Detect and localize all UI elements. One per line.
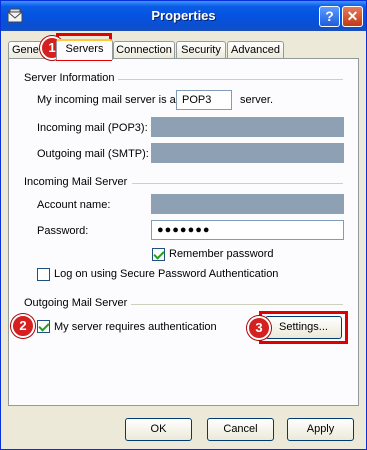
tab-security[interactable]: Security [176,41,226,59]
tab-general-label: Gene [12,44,39,56]
tab-servers[interactable]: Servers [56,39,113,60]
tab-advanced[interactable]: Advanced [227,41,284,59]
incoming-type-prefix: My incoming mail server is a [37,94,176,106]
server-info-divider [118,79,343,80]
spa-checkbox[interactable] [37,268,50,281]
auth-required-label[interactable]: My server requires authentication [54,321,217,333]
help-button[interactable]: ? [319,6,340,27]
server-info-heading: Server Information [24,72,115,84]
outgoing-mail-label: Outgoing mail (SMTP): [37,148,149,160]
incoming-mail-field[interactable] [151,117,344,137]
settings-button-highlight [259,311,348,344]
incoming-server-type-field[interactable]: POP3 [176,90,232,110]
outgoing-mail-field[interactable] [151,143,344,163]
ok-button[interactable]: OK [125,418,192,441]
tab-connection[interactable]: Connection [113,41,175,59]
spa-label[interactable]: Log on using Secure Password Authenticat… [54,268,278,280]
auth-required-checkbox[interactable] [37,320,50,333]
password-field[interactable]: ●●●●●●● [151,220,344,240]
incoming-server-heading: Incoming Mail Server [24,176,128,188]
step-2-badge: 2 [11,314,35,338]
properties-dialog: Properties ? ✕ Gene Servers Connection S… [0,0,367,450]
cancel-button[interactable]: Cancel [207,418,274,441]
incoming-type-suffix: server. [240,94,274,106]
incoming-server-divider [132,183,343,184]
apply-button[interactable]: Apply [287,418,354,441]
outgoing-server-divider [131,304,343,305]
outgoing-server-heading: Outgoing Mail Server [24,297,128,309]
account-name-label: Account name: [37,199,111,211]
incoming-mail-label: Incoming mail (POP3): [37,122,148,134]
step-3-badge: 3 [247,316,271,340]
account-name-field[interactable] [151,194,344,214]
password-label: Password: [37,225,89,237]
window-title: Properties [151,8,216,23]
title-bar[interactable]: Properties ? ✕ [1,1,366,31]
close-button[interactable]: ✕ [342,6,363,27]
remember-password-checkbox[interactable] [152,248,165,261]
remember-password-label[interactable]: Remember password [169,248,274,260]
